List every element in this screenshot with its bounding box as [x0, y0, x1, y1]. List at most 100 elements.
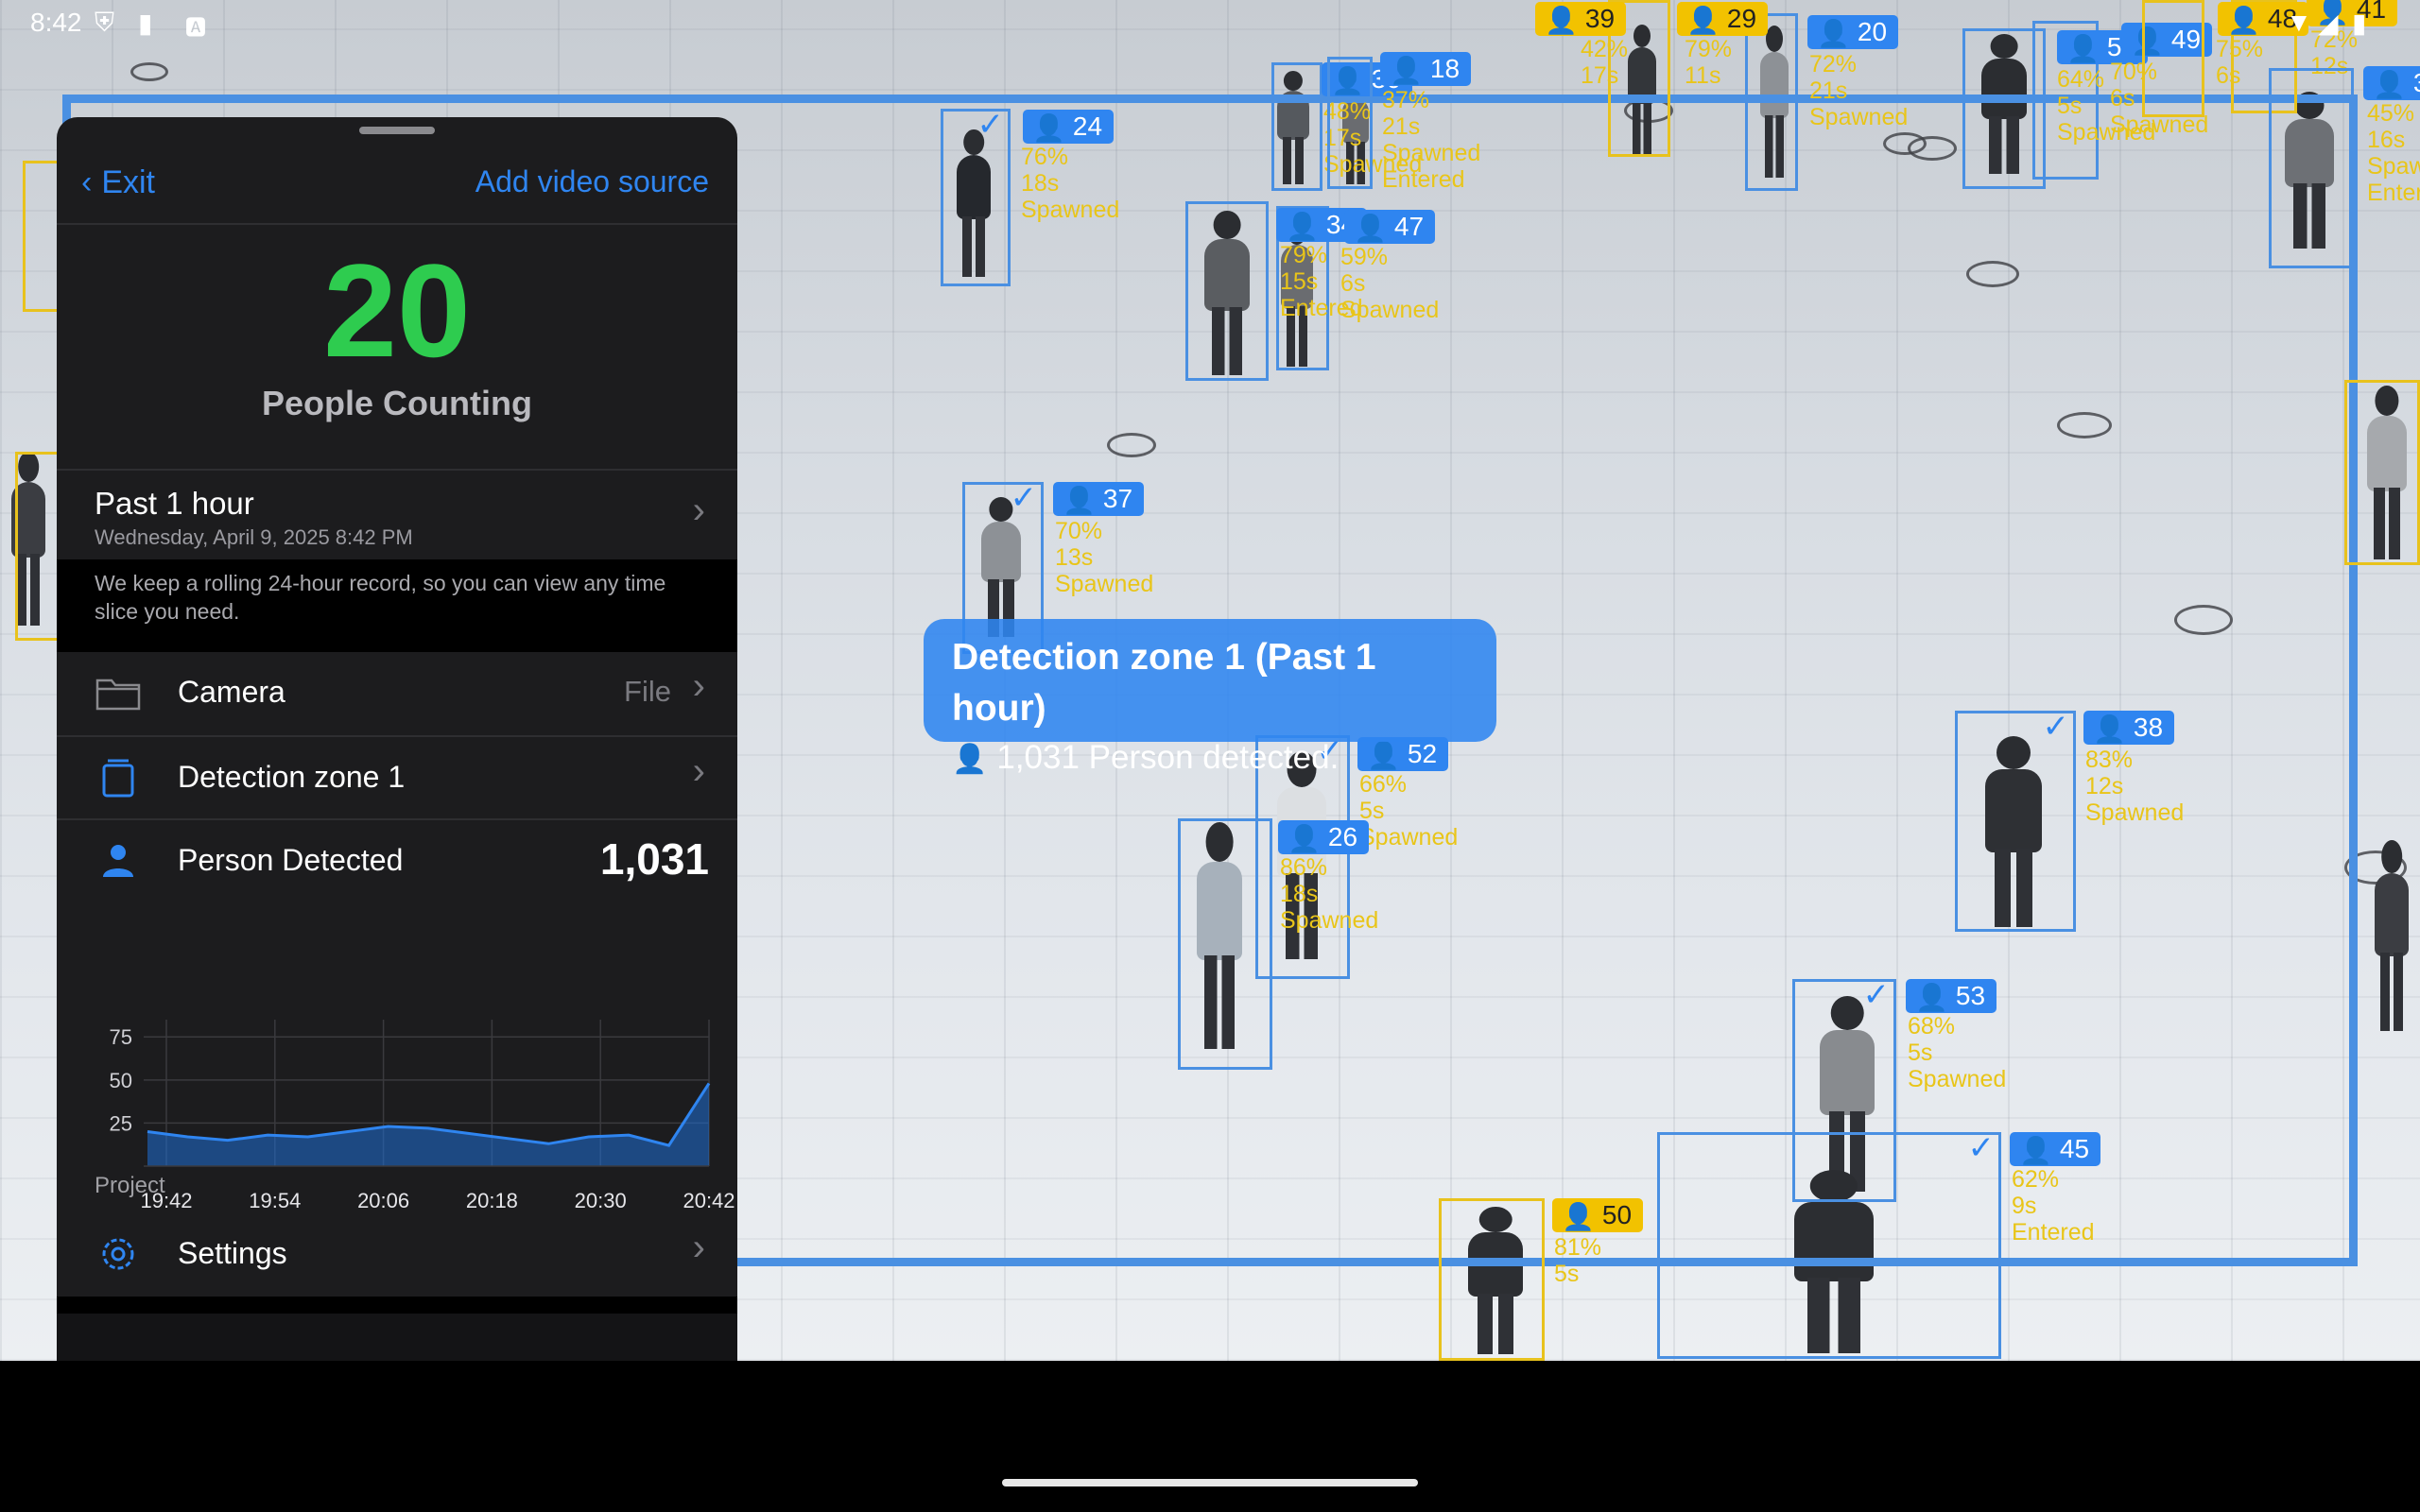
x-tick-label: 20:30 — [575, 1189, 627, 1212]
chevron-right-icon: › — [692, 665, 705, 707]
x-tick-label: 20:06 — [357, 1189, 409, 1212]
chevron-left-icon: ‹ — [81, 164, 93, 200]
person-icon: 👤 — [1286, 211, 1319, 241]
status-bar: 8:42 ⛨ ▮ 🅰 ▼ ◢ ▮ — [0, 0, 2420, 45]
x-tick-label: 20:42 — [683, 1189, 735, 1212]
person-icon: 👤 — [2373, 69, 2406, 99]
people-count-label: People Counting — [262, 384, 532, 422]
time-range-subtitle: Wednesday, April 9, 2025 8:42 PM — [95, 525, 413, 549]
detection-box[interactable] — [1185, 201, 1269, 381]
person-icon: 👤 — [952, 744, 988, 775]
battery-icon: ▮ — [2352, 9, 2367, 38]
drag-handle[interactable] — [359, 127, 435, 134]
person-icon: 👤 — [1063, 485, 1096, 515]
camera-value: File — [624, 675, 671, 708]
detection-meta: 83% 12s Spawned — [2085, 747, 2185, 826]
time-range-row[interactable]: Past 1 hour Wednesday, April 9, 2025 8:4… — [57, 471, 737, 558]
sd-card-icon: ▮ — [138, 9, 153, 38]
detection-box[interactable] — [1178, 818, 1272, 1070]
detection-zone-label[interactable]: Detection zone 1 (Past 1 hour) 👤 1,031 Pe… — [924, 619, 1496, 776]
detection-tag: 👤3 — [2363, 66, 2420, 100]
x-tick-label: 19:54 — [249, 1189, 301, 1212]
y-tick-label: 75 — [110, 1025, 132, 1049]
detection-tag: 👤 45 — [2010, 1132, 2101, 1166]
info-block: We keep a rolling 24-hour record, so you… — [57, 559, 737, 652]
detection-box[interactable]: ✓ — [941, 107, 1011, 286]
camera-label: Camera — [178, 675, 285, 709]
detection-meta: 76% 18s Spawned — [1021, 144, 1120, 223]
person-silhouette — [2363, 832, 2420, 1040]
detection-meta: 59% 6s Spawned — [1340, 244, 1440, 323]
detection-box[interactable] — [2269, 68, 2354, 268]
detection-meta: 68% 5s Spawned — [1908, 1013, 2007, 1092]
detection-box[interactable]: ✓ — [1657, 1130, 2001, 1359]
detection-tag: 👤 18 — [1380, 52, 1472, 86]
y-tick-label: 25 — [110, 1111, 132, 1135]
person-icon — [103, 845, 133, 877]
folder-icon — [95, 679, 141, 711]
person-icon: 👤 — [1354, 213, 1387, 243]
series-area — [147, 1083, 709, 1166]
detection-box[interactable] — [1327, 57, 1373, 189]
person-icon: 👤 — [1915, 982, 1948, 1012]
checkmark-icon: ✓ — [1862, 977, 1891, 1013]
person-detected-label: Person Detected — [178, 843, 404, 877]
checkmark-icon: ✓ — [1967, 1130, 1996, 1166]
exit-button[interactable]: ‹ Exit — [81, 164, 155, 201]
person-icon: 👤 — [2093, 713, 2126, 744]
detection-tag: 👤 24 — [1023, 110, 1115, 144]
settings-row[interactable]: Settings › — [57, 1213, 737, 1297]
detection-box[interactable] — [1271, 62, 1322, 191]
detection-meta: 70% 13s Spawned — [1055, 518, 1154, 597]
person-icon: 👤 — [1390, 55, 1423, 85]
detection-tag: 👤 38 — [2083, 711, 2175, 745]
detection-box[interactable] — [15, 452, 62, 641]
detection-box[interactable]: ✓ — [1955, 709, 2076, 932]
gear-icon — [102, 1238, 134, 1270]
time-range-title: Past 1 hour — [95, 486, 254, 521]
zone-label-detail: 👤 1,031 Person detected. — [952, 739, 1340, 776]
signal-icon: ◢ — [2318, 9, 2339, 38]
detection-meta: 45% 16s Spawned Entered — [2367, 100, 2420, 206]
checkmark-icon: ✓ — [1010, 480, 1038, 516]
detection-zone-label: Detection zone 1 — [178, 760, 406, 794]
person-detected-value: 1,031 — [599, 834, 709, 884]
detection-meta: 86% 18s Spawned — [1280, 854, 1379, 934]
detection-zone-row[interactable]: Detection zone 1 › — [57, 737, 737, 818]
detection-meta: 62% 9s Entered — [2012, 1166, 2095, 1246]
floor-marker — [130, 62, 168, 81]
chevron-right-icon: › — [692, 490, 705, 531]
zone-label-title: Detection zone 1 (Past 1 hour) — [952, 637, 1376, 729]
project-section-label: Project — [95, 1173, 165, 1198]
detection-box[interactable] — [1439, 1198, 1545, 1361]
detection-meta: 72% 21s Spawned — [1809, 51, 1909, 130]
checkmark-icon: ✓ — [977, 107, 1005, 143]
info-text: We keep a rolling 24-hour record, so you… — [95, 571, 666, 624]
person-icon: 👤 — [2019, 1135, 2052, 1165]
home-indicator[interactable] — [1002, 1479, 1418, 1486]
navigation-bar — [0, 1361, 2420, 1512]
detection-box[interactable] — [2344, 380, 2420, 565]
person-icon: 👤 — [1562, 1201, 1595, 1231]
side-panel: ‹ Exit Add video source 20 People Countin… — [57, 117, 737, 1512]
chevron-right-icon: › — [692, 1227, 705, 1268]
detection-meta: 37% 21s Spawned Entered — [1382, 87, 1481, 193]
detection-box[interactable] — [23, 161, 60, 312]
detection-tag: 👤 47 — [1344, 210, 1436, 244]
checkmark-icon: ✓ — [2042, 709, 2070, 745]
detection-tag: 👤 53 — [1906, 979, 1997, 1013]
font-icon: 🅰 — [185, 16, 207, 40]
panel-bottom-strip — [57, 1314, 737, 1361]
shield-icon: ⛨ — [95, 8, 115, 37]
settings-label: Settings — [178, 1236, 287, 1270]
person-icon: 👤 — [1288, 823, 1321, 853]
person-icon: 👤 — [1032, 112, 1065, 143]
detection-tag: 👤 37 — [1053, 482, 1145, 516]
add-video-source-button[interactable]: Add video source — [475, 164, 709, 199]
wifi-icon: ▼ — [2286, 8, 2312, 37]
detection-meta: 81% 5s — [1554, 1234, 1602, 1287]
chevron-right-icon: › — [692, 750, 705, 792]
person-detected-row: Person Detected 1,031 — [57, 820, 737, 902]
status-time: 8:42 — [30, 8, 82, 37]
camera-row[interactable]: Camera File › — [57, 652, 737, 733]
